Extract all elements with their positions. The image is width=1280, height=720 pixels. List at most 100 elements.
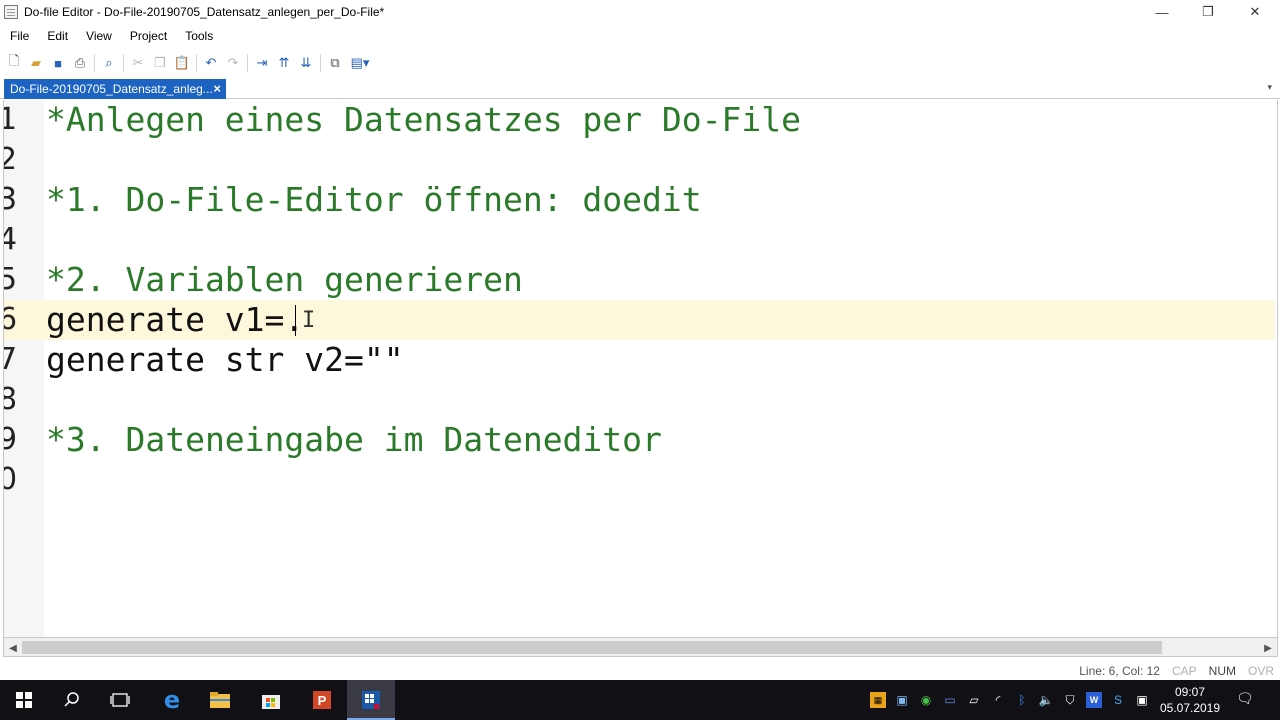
undo-button[interactable]: ↶ [200, 52, 222, 74]
move-down-button[interactable]: ⇊ [295, 52, 317, 74]
network-icon[interactable]: ◜ [990, 692, 1006, 708]
tray-app-icon-2[interactable]: ▣ [894, 692, 910, 708]
menu-edit[interactable]: Edit [38, 29, 77, 43]
window-title: Do-file Editor - Do-File-20190705_Datens… [24, 5, 385, 19]
taskbar-clock[interactable]: 09:07 05.07.2019 [1150, 684, 1230, 716]
start-button[interactable] [0, 680, 48, 720]
copy-button[interactable]: ❐ [149, 52, 171, 74]
indent-button[interactable]: ⇥ [251, 52, 273, 74]
store-icon [262, 695, 280, 709]
editor-line[interactable]: 0 [4, 460, 1275, 500]
tray-app-icon-5[interactable]: ▱ [966, 692, 982, 708]
maximize-button[interactable]: ❐ [1185, 0, 1231, 24]
task-view-button[interactable] [96, 680, 144, 720]
tab-do-file[interactable]: Do-File-20190705_Datensatz_anleg... × [4, 79, 226, 99]
line-code[interactable]: generate str v2="" [46, 342, 404, 378]
minimize-button[interactable]: — [1139, 0, 1185, 24]
powerpoint-button[interactable]: P [298, 680, 346, 720]
print-button[interactable]: ⎙ [69, 52, 91, 74]
tab-label: Do-File-20190705_Datensatz_anleg... [10, 82, 213, 96]
find-button[interactable]: ⌕ [98, 52, 120, 74]
search-button[interactable] [48, 680, 96, 720]
editor-line[interactable]: 9 *3. Dateneingabe im Dateneditor [4, 420, 1275, 460]
close-icon: ✕ [1249, 4, 1261, 19]
execute-button[interactable]: ▤▾ [346, 52, 374, 74]
move-up-icon: ⇈ [278, 55, 290, 70]
print-icon: ⎙ [74, 55, 86, 70]
edge-icon: e [163, 686, 181, 714]
tray-app-icon-4[interactable]: ▭ [942, 692, 958, 708]
taskbar: e P ▦ ▣ ◉ ▭ ▱ ◜ ᛒ 🔈 ⛉ W S ▣ 09:07 05.07.… [0, 680, 1280, 720]
toolbar-separator [94, 54, 95, 72]
line-number: 5 [4, 262, 18, 298]
paste-button[interactable]: 📋 [171, 52, 193, 74]
bookmark-button[interactable]: ⧉ [324, 52, 346, 74]
file-explorer-button[interactable] [196, 680, 244, 720]
line-code[interactable]: *2. Variablen generieren [46, 262, 523, 298]
open-folder-icon: ▰ [31, 55, 41, 70]
copy-icon: ❐ [154, 55, 166, 70]
notification-center-icon[interactable]: 🗨 [1236, 690, 1258, 710]
line-code[interactable]: generate v1=. [46, 302, 304, 338]
editor-line[interactable]: 3 *1. Do-File-Editor öffnen: doedit [4, 180, 1275, 220]
redo-button[interactable]: ↷ [222, 52, 244, 74]
editor-line[interactable]: 8 [4, 380, 1275, 420]
editor-line[interactable]: 1 *Anlegen eines Datensatzes per Do-File [4, 100, 1275, 140]
menu-file[interactable]: File [0, 29, 38, 43]
scrollbar-thumb[interactable] [22, 641, 1162, 654]
scroll-right-icon[interactable]: ▶ [1260, 640, 1276, 656]
line-code[interactable]: *3. Dateneingabe im Dateneditor [46, 422, 662, 458]
overwrite-indicator: OVR [1247, 664, 1274, 678]
open-button[interactable]: ▰ [25, 52, 47, 74]
caps-lock-indicator: CAP [1171, 664, 1197, 678]
text-caret [295, 305, 296, 336]
toolbar-separator [320, 54, 321, 72]
store-button[interactable] [247, 680, 295, 720]
line-number: 2 [4, 142, 18, 178]
scroll-left-icon[interactable]: ◀ [5, 640, 21, 656]
editor-line[interactable]: 5 *2. Variablen generieren [4, 260, 1275, 300]
tray-app-icon-7[interactable]: S [1110, 692, 1126, 708]
cut-button[interactable]: ✂ [127, 52, 149, 74]
line-number: 6 [4, 302, 18, 338]
line-code[interactable]: *1. Do-File-Editor öffnen: doedit [46, 182, 702, 218]
new-file-button[interactable]: 🗋 [3, 52, 25, 74]
num-lock-indicator: NUM [1208, 664, 1236, 678]
svg-text:P: P [318, 693, 327, 708]
line-code[interactable]: *Anlegen eines Datensatzes per Do-File [46, 102, 801, 138]
line-number: 4 [4, 222, 18, 258]
menu-project[interactable]: Project [121, 29, 176, 43]
editor-line[interactable]: 4 [4, 220, 1275, 260]
move-up-button[interactable]: ⇈ [273, 52, 295, 74]
execute-icon: ▤▾ [350, 55, 370, 70]
tray-app-icon-1[interactable]: ▦ [870, 692, 886, 708]
move-down-icon: ⇊ [300, 55, 312, 70]
tab-close-icon[interactable]: × [213, 81, 221, 96]
toolbar-separator [247, 54, 248, 72]
edge-button[interactable]: e [148, 680, 196, 720]
defender-icon[interactable]: ⛉ [1062, 692, 1078, 708]
save-button[interactable]: ■ [47, 52, 69, 74]
menu-tools[interactable]: Tools [176, 29, 222, 43]
editor-line[interactable]: 7 generate str v2="" [4, 340, 1275, 380]
tray-app-icon-6[interactable]: W [1086, 692, 1102, 708]
tab-list-dropdown-icon[interactable]: ▾ [1267, 82, 1272, 93]
code-editor[interactable]: 1 *Anlegen eines Datensatzes per Do-File… [3, 100, 1278, 637]
new-file-icon: 🗋 [8, 53, 20, 68]
tray-app-icon-3[interactable]: ◉ [918, 692, 934, 708]
horizontal-scrollbar[interactable]: ◀ ▶ [3, 637, 1278, 657]
tray-monitor-icon[interactable]: ▣ [1134, 692, 1150, 708]
task-view-icon [110, 693, 130, 707]
indent-icon: ⇥ [256, 55, 268, 70]
menu-view[interactable]: View [77, 29, 121, 43]
volume-icon[interactable]: 🔈 [1038, 692, 1054, 708]
bluetooth-icon[interactable]: ᛒ [1014, 692, 1030, 708]
close-button[interactable]: ✕ [1232, 0, 1278, 24]
do-file-editor-app-icon [4, 5, 18, 19]
minimize-icon: — [1155, 4, 1169, 20]
editor-line[interactable]: 2 [4, 140, 1275, 180]
find-icon: ⌕ [105, 55, 113, 70]
stata-button[interactable] [347, 680, 395, 720]
line-number: 3 [4, 182, 18, 218]
editor-line-current[interactable]: 6 generate v1=. I [4, 300, 1275, 340]
